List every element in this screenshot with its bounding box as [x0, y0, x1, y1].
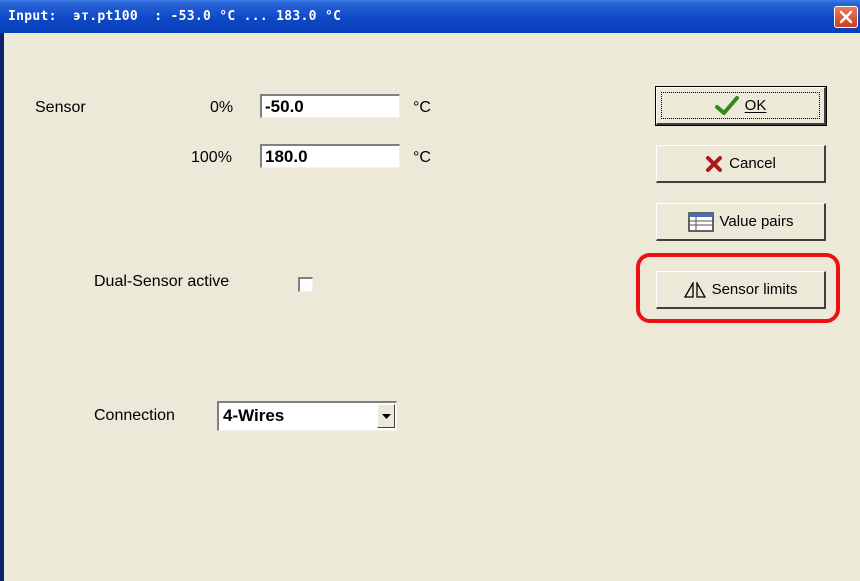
window-title: Input: ϶т.pt100 : -53.0 °C ... 183.0 °C — [8, 9, 342, 24]
close-icon — [839, 10, 853, 24]
min-percent-label: 0% — [210, 99, 234, 116]
connection-selected-value: 4-Wires — [223, 406, 285, 425]
ok-button-label: OK — [744, 97, 767, 114]
title-bar[interactable]: Input: ϶т.pt100 : -53.0 °C ... 183.0 °C — [0, 0, 860, 33]
sensor-min-input[interactable]: -50.0 — [260, 94, 400, 118]
min-unit-label: °C — [413, 99, 431, 116]
triangles-icon — [683, 281, 706, 298]
dialog-body: Sensor 0% -50.0 °C 100% 180.0 °C Dual-Se… — [4, 33, 860, 581]
checkmark-icon — [714, 95, 739, 116]
value-pairs-button[interactable]: Value pairs — [656, 203, 826, 241]
focus-ring — [661, 92, 820, 119]
x-icon — [705, 155, 723, 173]
connection-label: Connection — [94, 407, 175, 424]
sensor-label: Sensor — [35, 99, 86, 116]
close-button[interactable] — [834, 6, 858, 28]
dialog-window: Input: ϶т.pt100 : -53.0 °C ... 183.0 °C … — [0, 0, 860, 581]
connection-select[interactable]: 4-Wires — [217, 401, 397, 431]
cancel-button[interactable]: Cancel — [656, 145, 826, 183]
dual-sensor-label: Dual-Sensor active — [94, 273, 230, 290]
sensor-limits-button[interactable]: Sensor limits — [656, 271, 826, 309]
chevron-down-icon — [382, 414, 391, 419]
sensor-max-input[interactable]: 180.0 — [260, 144, 400, 168]
ok-button[interactable]: OK — [655, 86, 827, 126]
value-pairs-button-label: Value pairs — [719, 213, 794, 230]
cancel-button-label: Cancel — [729, 155, 776, 172]
max-percent-label: 100% — [191, 149, 232, 166]
max-unit-label: °C — [413, 149, 431, 166]
dual-sensor-checkbox[interactable] — [298, 277, 313, 292]
table-icon — [687, 211, 714, 232]
dropdown-arrow-button[interactable] — [377, 404, 395, 428]
sensor-limits-button-label: Sensor limits — [711, 281, 798, 298]
